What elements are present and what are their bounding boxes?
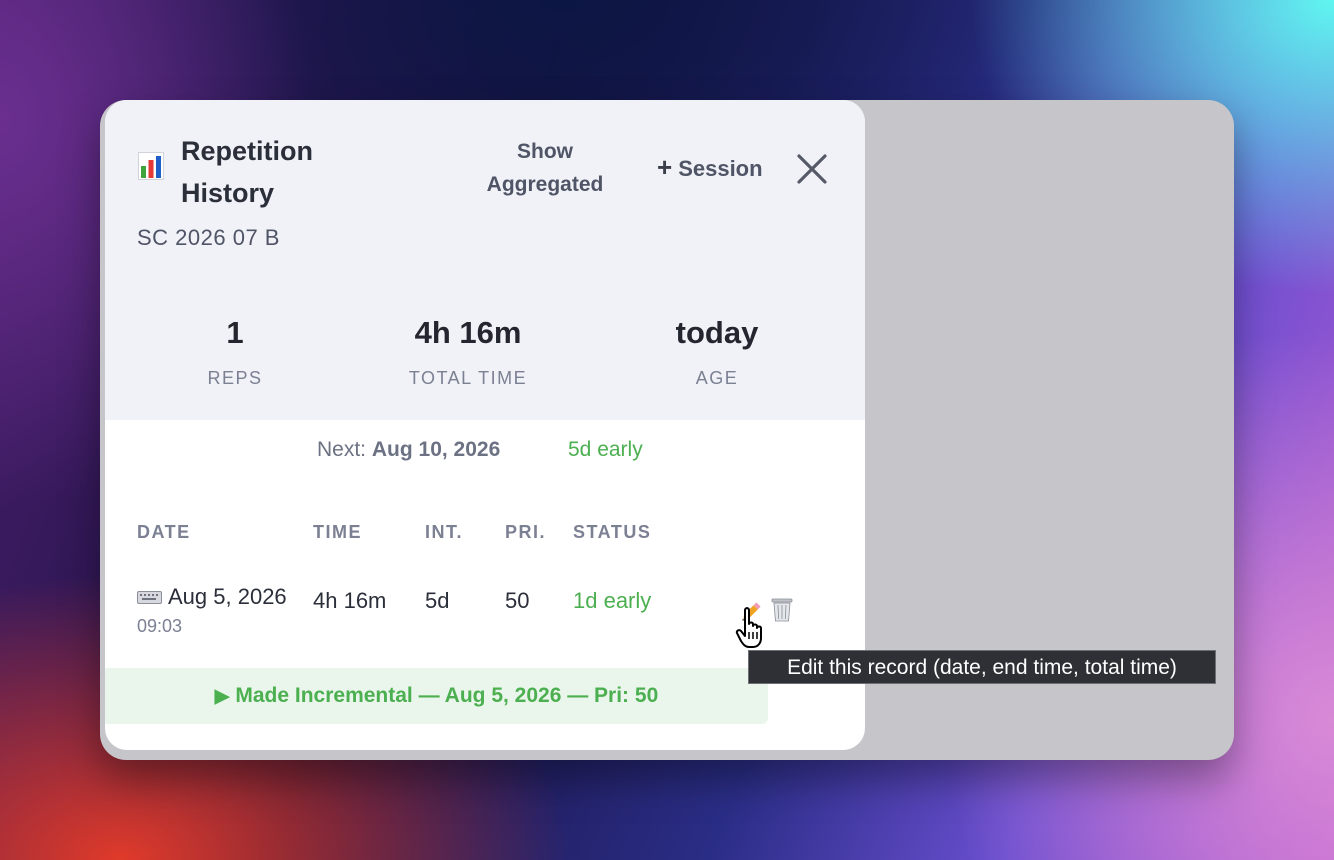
show-aggregated-button[interactable]: Show Aggregated [475, 135, 615, 201]
column-header-date: DATE [137, 522, 191, 542]
bar-chart-icon [138, 152, 164, 180]
hand-cursor-icon [735, 606, 769, 650]
edit-record-tooltip: Edit this record (date, end time, total … [748, 650, 1216, 684]
dialog-header: Repetition History SC 2026 07 B Show Agg… [105, 100, 865, 420]
stat-total-time: 4h 16m TOTAL TIME [358, 310, 578, 389]
play-icon: ▶ [214, 686, 230, 707]
stat-label: TOTAL TIME [408, 368, 528, 388]
row-clock-time: 09:03 [137, 616, 183, 636]
stat-reps: 1 REPS [125, 310, 345, 389]
column-header-interval: INT. [425, 522, 464, 542]
plus-icon: + [657, 152, 673, 182]
stat-value: 4h 16m [414, 315, 522, 350]
made-incremental-banner: ▶ Made Incremental — Aug 5, 2026 — Pri: 5… [105, 668, 768, 724]
stat-label: AGE [695, 368, 739, 388]
stat-label: REPS [207, 368, 263, 388]
row-interval: 5d [425, 588, 450, 613]
stat-value: today [675, 315, 759, 350]
row-date: Aug 5, 2026 [168, 584, 287, 609]
column-header-status: STATUS [573, 522, 652, 542]
trash-icon[interactable] [770, 597, 794, 623]
row-priority: 50 [505, 588, 530, 613]
next-review-label: Next: Aug 10, 2026 [317, 438, 501, 461]
row-status: 1d early [573, 588, 652, 613]
column-header-time: TIME [313, 522, 362, 542]
close-icon[interactable] [795, 152, 829, 186]
app-window: Repetition History SC 2026 07 B Show Agg… [100, 100, 1234, 760]
column-header-priority: PRI. [505, 522, 547, 542]
stat-value: 1 [226, 315, 244, 350]
banner-text: Made Incremental — Aug 5, 2026 — Pri: 50 [235, 684, 659, 707]
next-review-date: Aug 10, 2026 [371, 438, 501, 461]
session-label: Session [678, 156, 763, 181]
stat-age: today AGE [607, 310, 827, 389]
keyboard-icon [137, 591, 162, 604]
item-name: SC 2026 07 B [137, 225, 280, 250]
row-time: 4h 16m [313, 588, 387, 613]
add-session-button[interactable]: + Session [657, 152, 763, 183]
dialog-title: Repetition History [181, 136, 313, 208]
next-review-early: 5d early [568, 438, 643, 461]
